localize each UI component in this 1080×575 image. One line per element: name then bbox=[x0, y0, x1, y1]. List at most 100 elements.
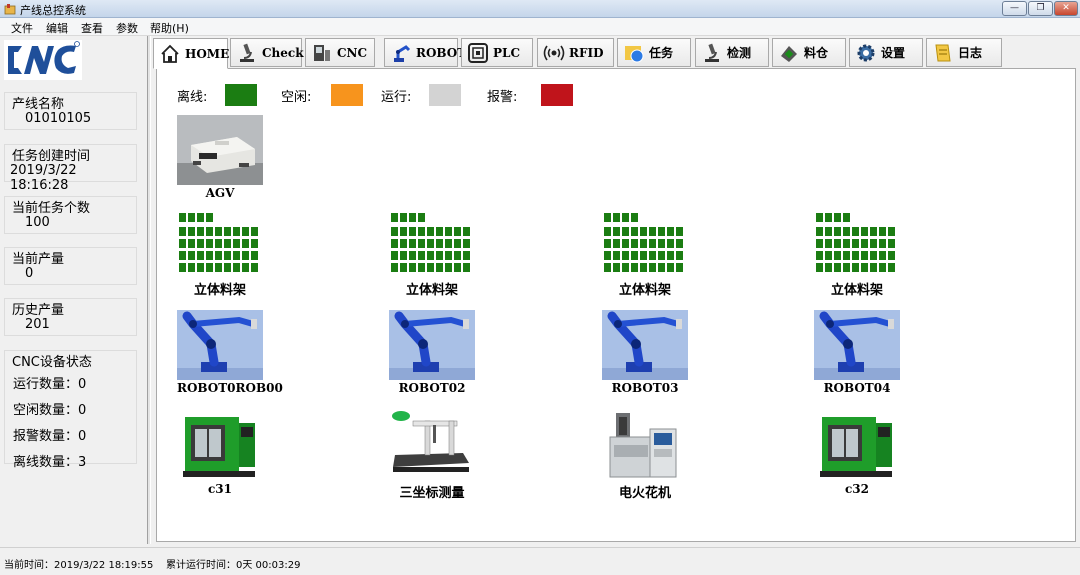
rfid-signal-icon bbox=[543, 45, 565, 60]
cnc-machine-c31[interactable]: c31 bbox=[177, 409, 263, 497]
rack-slot bbox=[649, 263, 656, 272]
legend-idle-label: 空闲: bbox=[281, 90, 312, 105]
rack-slot bbox=[391, 213, 398, 222]
menu-params[interactable]: 参数 bbox=[116, 20, 138, 36]
tab-cnc[interactable]: CNC bbox=[305, 38, 375, 67]
line-name-value: 01010105 bbox=[25, 111, 92, 126]
inspection-icon bbox=[705, 43, 719, 62]
menu-help[interactable]: 帮助(H) bbox=[150, 20, 189, 36]
rack-label-3: 立体料架 bbox=[618, 283, 671, 298]
menu-view[interactable]: 查看 bbox=[81, 20, 103, 36]
robot-device-1[interactable]: ROBOT0ROB00 bbox=[177, 310, 283, 398]
rack-slot bbox=[861, 227, 868, 236]
agv-image bbox=[177, 115, 263, 185]
rack-slot bbox=[816, 227, 823, 236]
cnc-machine-c32[interactable]: c32 bbox=[814, 409, 900, 497]
rack-slot bbox=[861, 239, 868, 248]
rack-slot bbox=[834, 251, 841, 260]
rack-slot bbox=[888, 263, 895, 272]
legend-alarm-label: 报警: bbox=[487, 90, 518, 105]
plc-chip-icon bbox=[468, 42, 488, 63]
tab-rfid[interactable]: RFID bbox=[537, 38, 614, 67]
rack-slot bbox=[454, 263, 461, 272]
rack-device-3[interactable]: 立体料架 bbox=[602, 213, 688, 305]
legend-offline-swatch bbox=[225, 84, 257, 106]
rack-slot bbox=[676, 239, 683, 248]
rack-slot bbox=[834, 213, 841, 222]
rack-slot bbox=[816, 239, 823, 248]
menu-edit[interactable]: 编辑 bbox=[46, 20, 68, 36]
tab-robot[interactable]: ROBOT bbox=[384, 38, 466, 67]
robot-label-4: ROBOT04 bbox=[823, 381, 891, 395]
rack-slot bbox=[400, 213, 407, 222]
rack-slot bbox=[622, 263, 629, 272]
rack-device-1[interactable]: 立体料架 bbox=[177, 213, 263, 305]
cmm-device[interactable]: 三坐标测量 bbox=[389, 409, 475, 501]
rack-slot bbox=[658, 251, 665, 260]
tab-plc[interactable]: PLC bbox=[461, 38, 533, 67]
robot-device-4[interactable]: ROBOT04 bbox=[814, 310, 900, 398]
rack-slot bbox=[667, 251, 674, 260]
cnc-machine-image-c31 bbox=[177, 409, 263, 481]
warehouse-icon bbox=[781, 45, 797, 62]
maximize-button[interactable]: ❐ bbox=[1028, 1, 1053, 16]
rack-slot bbox=[197, 227, 204, 236]
robot-device-2[interactable]: ROBOT02 bbox=[389, 310, 475, 398]
rack-slot bbox=[215, 239, 222, 248]
rack-slot bbox=[825, 227, 832, 236]
panel-splitter[interactable] bbox=[147, 36, 151, 544]
close-button[interactable]: ✕ bbox=[1054, 1, 1078, 16]
rack-slot bbox=[870, 227, 877, 236]
rack-slot bbox=[251, 251, 258, 260]
rack-device-4[interactable]: 立体料架 bbox=[814, 213, 900, 305]
rack-slot bbox=[242, 227, 249, 236]
tab-warehouse[interactable]: 料仓 bbox=[772, 38, 846, 67]
rack-slot bbox=[667, 239, 674, 248]
rack-label-2: 立体料架 bbox=[405, 283, 458, 298]
rack-slot bbox=[816, 251, 823, 260]
rack-slot bbox=[188, 251, 195, 260]
cnc-status-group: CNC设备状态 运行数量：0 空闲数量：0 报警数量：0 离线数量：3 bbox=[4, 350, 137, 470]
tab-task[interactable]: 任务 bbox=[617, 38, 691, 67]
task-globe-icon bbox=[625, 45, 644, 62]
rack-slot bbox=[861, 251, 868, 260]
rack-slot bbox=[233, 263, 240, 272]
tab-log[interactable]: 日志 bbox=[926, 38, 1002, 67]
rack-slot bbox=[676, 227, 683, 236]
run-time-text: 累计运行时间：0天 00:03:29 bbox=[166, 560, 301, 571]
rack-grid-3 bbox=[604, 213, 686, 273]
rack-slot bbox=[622, 227, 629, 236]
rack-slot bbox=[649, 227, 656, 236]
cnc-logo bbox=[4, 40, 82, 80]
rack-slot bbox=[179, 263, 186, 272]
edm-device[interactable]: 电火花机 bbox=[602, 409, 688, 501]
tab-check[interactable]: Check bbox=[230, 38, 304, 67]
menu-file[interactable]: 文件 bbox=[11, 20, 33, 36]
rack-slot bbox=[640, 239, 647, 248]
menu-bar: 文件 编辑 查看 参数 帮助(H) bbox=[0, 18, 1080, 36]
rack-slot bbox=[436, 227, 443, 236]
tab-inspection[interactable]: 检测 bbox=[695, 38, 769, 67]
tab-home[interactable]: HOME bbox=[153, 38, 229, 69]
agv-device[interactable]: AGV bbox=[177, 115, 263, 201]
task-count-value: 100 bbox=[25, 215, 50, 230]
rack-slot bbox=[206, 213, 213, 222]
rack-slot bbox=[870, 263, 877, 272]
gear-icon bbox=[857, 44, 875, 61]
rack-slot bbox=[427, 251, 434, 260]
minimize-button[interactable]: — bbox=[1002, 1, 1027, 16]
home-icon bbox=[161, 44, 179, 63]
rack-slot bbox=[613, 263, 620, 272]
title-bar: 产线总控系统 — ❐ ✕ bbox=[0, 0, 1080, 18]
rack-slot bbox=[454, 227, 461, 236]
rack-slot bbox=[658, 227, 665, 236]
line-name-label: 产线名称 bbox=[11, 93, 66, 112]
robot-device-3[interactable]: ROBOT03 bbox=[602, 310, 688, 398]
rack-slot bbox=[816, 263, 823, 272]
rack-device-2[interactable]: 立体料架 bbox=[389, 213, 475, 305]
tab-settings[interactable]: 设置 bbox=[849, 38, 923, 67]
rack-slot bbox=[870, 251, 877, 260]
rack-slot bbox=[391, 263, 398, 272]
rack-slot bbox=[197, 213, 204, 222]
created-time-value: 2019/3/22 18:16:28 bbox=[10, 163, 77, 193]
